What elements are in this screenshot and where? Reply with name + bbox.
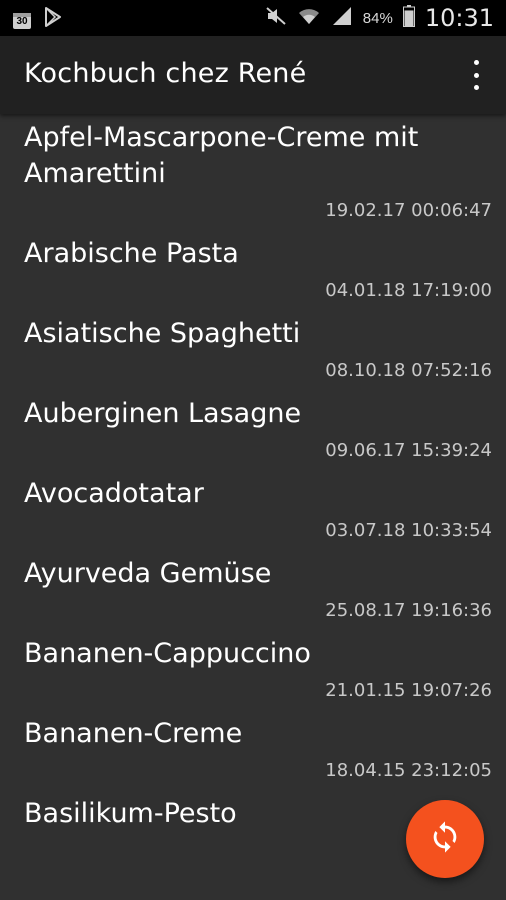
battery-icon [402, 4, 415, 32]
status-time: 10:31 [424, 4, 494, 32]
recipe-title: Ayurveda Gemüse [24, 558, 272, 589]
recipe-date: 09.06.17 15:39:24 [325, 440, 492, 461]
recipe-item[interactable]: Apfel-Mascarpone-Creme mit Amarettini 19… [0, 114, 506, 230]
signal-icon [331, 6, 353, 31]
calendar-day-text: 30 [16, 15, 28, 27]
recipe-title: Bananen-Creme [24, 718, 243, 749]
recipe-item[interactable]: Auberginen Lasagne 09.06.17 15:39:24 [0, 390, 506, 470]
recipe-item[interactable]: Bananen-Creme 18.04.15 23:12:05 [0, 710, 506, 790]
recipe-item[interactable]: Avocadotatar 03.07.18 10:33:54 [0, 470, 506, 550]
recipe-title: Asiatische Spaghetti [24, 318, 301, 349]
status-bar-left: 30 [12, 7, 62, 32]
status-bar-right: 84% 10:31 [265, 0, 494, 36]
app-title: Kochbuch chez René [24, 58, 307, 89]
recipe-item[interactable]: Ayurveda Gemüse 25.08.17 19:16:36 [0, 550, 506, 630]
recipe-title: Apfel-Mascarpone-Creme mit Amarettini [24, 122, 419, 189]
more-vert-icon[interactable] [464, 60, 488, 90]
recipe-date: 03.07.18 10:33:54 [325, 520, 492, 541]
recipe-title: Avocadotatar [24, 478, 204, 509]
recipe-date: 21.01.15 19:07:26 [325, 680, 492, 701]
status-bar: 30 84% 10:31 [0, 0, 506, 36]
recipe-item[interactable]: Bananen-Cappuccino 21.01.15 19:07:26 [0, 630, 506, 710]
battery-percent: 84% [362, 9, 393, 27]
recipe-date: 08.10.18 07:52:16 [325, 360, 492, 381]
recipe-list[interactable]: Apfel-Mascarpone-Creme mit Amarettini 19… [0, 114, 506, 900]
recipe-item[interactable]: Arabische Pasta 04.01.18 17:19:00 [0, 230, 506, 310]
sync-button[interactable] [406, 800, 484, 878]
recipe-date: 25.08.17 19:16:36 [325, 600, 492, 621]
play-store-icon [44, 7, 62, 32]
recipe-title: Auberginen Lasagne [24, 398, 302, 429]
mute-icon [265, 6, 287, 31]
recipe-date: 04.01.18 17:19:00 [325, 280, 492, 301]
recipe-title: Bananen-Cappuccino [24, 638, 311, 669]
calendar-icon: 30 [12, 10, 32, 30]
sync-icon [428, 820, 462, 859]
recipe-title: Arabische Pasta [24, 238, 239, 269]
app-bar: Kochbuch chez René [0, 36, 506, 114]
wifi-icon [297, 6, 321, 31]
recipe-date: 18.04.15 23:12:05 [325, 760, 492, 781]
recipe-date: 19.02.17 00:06:47 [325, 200, 492, 221]
recipe-item[interactable]: Asiatische Spaghetti 08.10.18 07:52:16 [0, 310, 506, 390]
